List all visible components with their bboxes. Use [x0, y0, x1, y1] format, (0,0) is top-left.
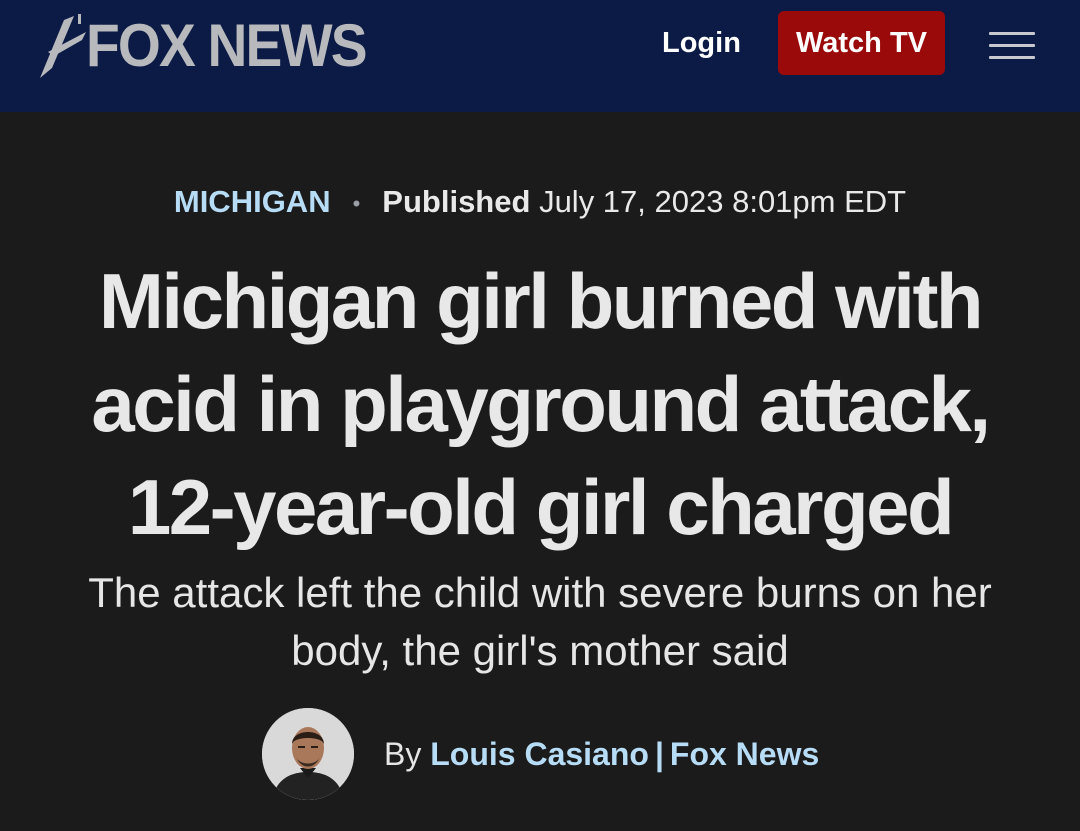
separator-dot: • [352, 190, 361, 216]
published-date: July 17, 2023 8:01pm EDT [539, 184, 907, 219]
article-subheadline: The attack left the child with severe bu… [88, 569, 992, 674]
logo-text: FOX NEWS [86, 12, 368, 79]
category-link[interactable]: MICHIGAN [174, 184, 331, 219]
byline-text: By Louis Casiano | Fox News [384, 736, 819, 773]
author-photo [262, 708, 354, 800]
byline: By Louis Casiano | Fox News [262, 708, 819, 800]
article-meta: MICHIGAN • Published July 17, 2023 8:01pm … [0, 180, 1080, 226]
author-avatar[interactable] [262, 708, 354, 800]
menu-bar [989, 56, 1035, 59]
menu-bar [989, 32, 1035, 35]
login-link[interactable]: Login [662, 26, 741, 60]
published-label: Published [382, 184, 531, 219]
site-header: FOX NEWS Login Watch TV [0, 0, 1080, 112]
watch-tv-button[interactable]: Watch TV [778, 11, 945, 75]
outlet-link[interactable]: Fox News [670, 736, 819, 772]
byline-prefix: By [384, 735, 422, 772]
author-link[interactable]: Louis Casiano [430, 736, 649, 772]
byline-separator: | [654, 735, 664, 772]
fox-logo-mark-icon [40, 14, 86, 78]
fox-news-logo[interactable]: FOX NEWS [34, 12, 390, 80]
hamburger-menu-icon[interactable] [989, 30, 1035, 60]
menu-bar [989, 44, 1035, 47]
article-headline: Michigan girl burned with acid in playgr… [91, 257, 991, 551]
